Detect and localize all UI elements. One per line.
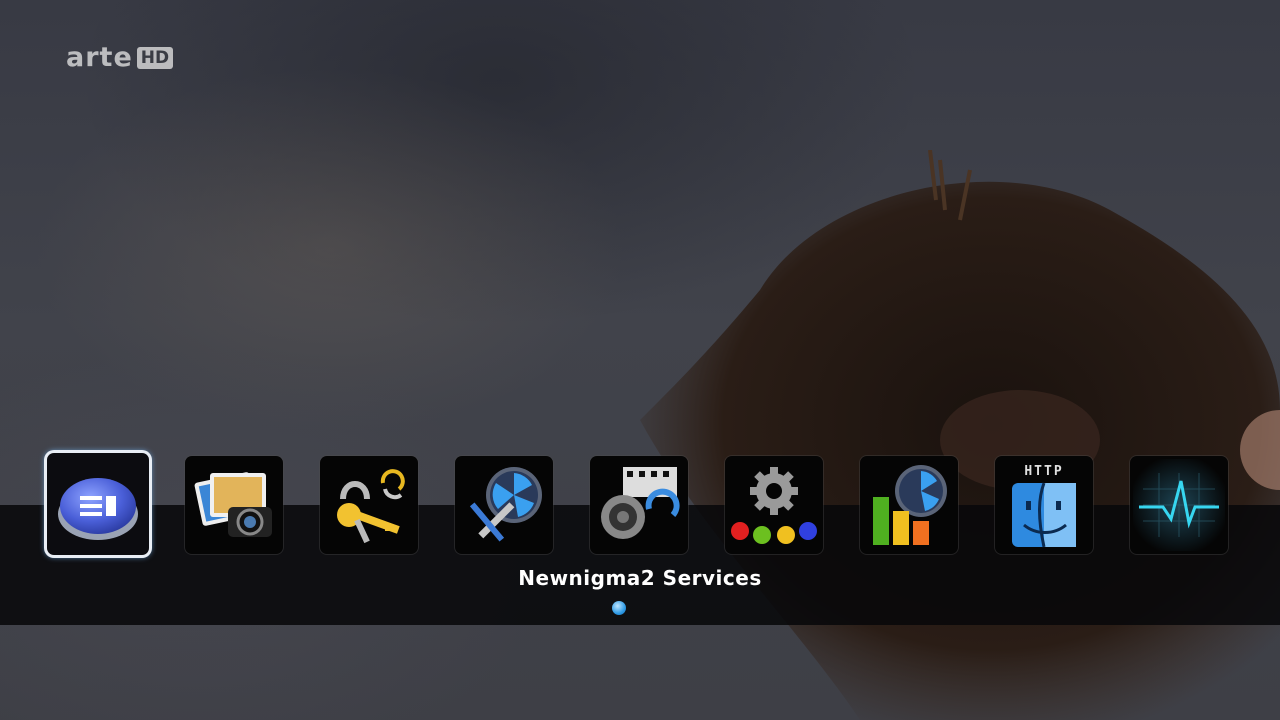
menu-item-softcam-keys[interactable] <box>320 456 418 554</box>
system-tools-icon <box>469 467 542 542</box>
menu-item-settings[interactable] <box>725 456 823 554</box>
settings-icon <box>731 467 817 544</box>
page-indicator-dot <box>612 601 626 615</box>
picture-player-icon <box>194 472 272 537</box>
statistics-icon <box>873 465 947 545</box>
menu-item-statistics[interactable] <box>860 456 958 554</box>
menu-item-newnigma2-services[interactable] <box>47 453 149 555</box>
menu-item-http-finder[interactable]: HTTP <box>995 456 1093 554</box>
http-label: HTTP <box>1024 464 1063 479</box>
newnigma2-services-icon <box>58 478 138 540</box>
signal-monitor-icon <box>1133 459 1225 551</box>
channel-logo: arte HD <box>66 42 174 73</box>
selected-item-label: Newnigma2 Services <box>518 566 762 590</box>
channel-name: arte <box>66 42 133 73</box>
http-finder-icon: HTTP <box>1012 464 1076 548</box>
media-player-icon <box>601 467 680 539</box>
channel-hd-badge: HD <box>136 47 174 69</box>
menu-item-picture-player[interactable] <box>185 456 283 554</box>
softcam-keys-icon <box>337 469 405 544</box>
tv-picture-performer <box>640 150 1280 720</box>
menu-item-media-player[interactable] <box>590 456 688 554</box>
menu-item-system-tools[interactable] <box>455 456 553 554</box>
menu-item-signal-monitor[interactable] <box>1130 456 1228 554</box>
